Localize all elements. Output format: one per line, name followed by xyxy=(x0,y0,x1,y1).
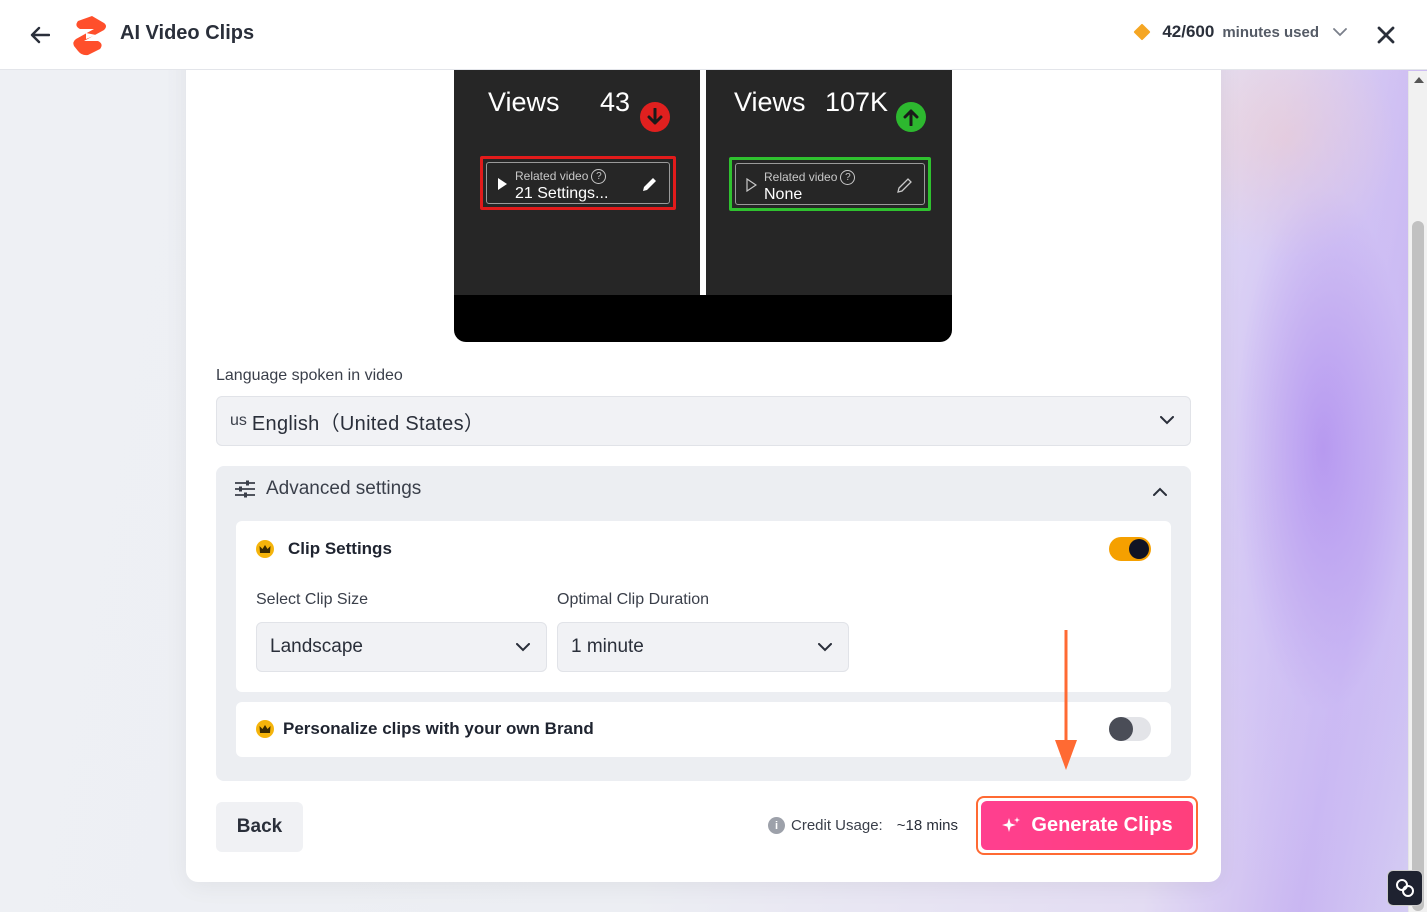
top-bar: AI Video Clips 42/600 minutes used xyxy=(0,0,1427,70)
views-label: Views xyxy=(734,86,806,117)
sparkle-icon xyxy=(1001,816,1021,836)
info-icon: i xyxy=(768,817,785,834)
advanced-settings-header[interactable]: Advanced settings xyxy=(234,478,421,500)
chevron-up-icon[interactable] xyxy=(1153,483,1167,501)
generate-clips-label: Generate Clips xyxy=(1031,814,1173,836)
app-logo-icon xyxy=(70,14,110,56)
generate-highlight: Generate Clips xyxy=(976,796,1198,855)
related-video-label: Related video? xyxy=(764,170,856,185)
related-video-value: 21 Settings... xyxy=(515,185,609,202)
views-value: 107K xyxy=(825,86,889,117)
scrollbar[interactable] xyxy=(1408,71,1427,912)
views-value: 43 xyxy=(600,86,631,117)
language-value: English（United States） xyxy=(251,412,485,435)
close-icon[interactable] xyxy=(1375,24,1397,46)
clip-settings-title: Clip Settings xyxy=(288,539,392,558)
credit-label: Credit Usage: xyxy=(791,817,883,834)
scrollbar-thumb[interactable] xyxy=(1412,221,1424,911)
usage-suffix: minutes used xyxy=(1222,23,1319,41)
language-label: Language spoken in video xyxy=(216,367,403,384)
chevron-down-icon xyxy=(818,636,832,658)
preview-pane-left: Views 43 Related video? 21 Settings... xyxy=(454,70,700,295)
annotation-arrow xyxy=(1054,630,1078,772)
clip-duration-label: Optimal Clip Duration xyxy=(557,591,710,608)
clip-duration-select[interactable]: 1 minute xyxy=(557,622,849,672)
credit-usage: i Credit Usage: ~18 mins xyxy=(768,817,958,834)
main-card: Views 43 Related video? 21 Settings... V… xyxy=(186,40,1221,882)
scroll-up-icon[interactable] xyxy=(1414,77,1424,83)
preview-pane-right: Views 107K Related video? None xyxy=(706,70,952,295)
brand-title: Personalize clips with your own Brand xyxy=(283,719,594,738)
pencil-outline-icon xyxy=(896,176,914,199)
clip-duration-value: 1 minute xyxy=(571,636,644,657)
video-preview: Views 43 Related video? 21 Settings... V… xyxy=(454,70,952,342)
sliders-icon xyxy=(234,480,256,498)
arrow-down-icon xyxy=(640,102,670,132)
usage-count: 42/600 xyxy=(1162,22,1215,41)
related-video-label: Related video? xyxy=(515,169,607,184)
play-outline-icon xyxy=(746,177,758,197)
clip-size-select[interactable]: Landscape xyxy=(256,622,547,672)
diamond-icon xyxy=(1133,23,1151,41)
back-button[interactable]: Back xyxy=(216,802,303,852)
advanced-settings-title: Advanced settings xyxy=(266,478,422,499)
crown-icon xyxy=(256,720,274,738)
brand-toggle[interactable] xyxy=(1109,717,1151,741)
chevron-down-icon xyxy=(516,636,530,658)
back-arrow-icon[interactable] xyxy=(26,22,54,48)
credit-value: ~18 mins xyxy=(896,817,959,834)
chevron-down-icon xyxy=(1160,412,1174,430)
advanced-settings-section: Advanced settings Clip Settings Select C… xyxy=(216,466,1191,781)
clip-size-label: Select Clip Size xyxy=(256,591,369,608)
brand-panel: Personalize clips with your own Brand xyxy=(236,702,1171,757)
play-icon xyxy=(497,177,508,196)
link-tool-icon[interactable] xyxy=(1387,870,1423,906)
pencil-icon xyxy=(641,175,659,198)
country-code: us xyxy=(230,412,247,429)
related-video-box: Related video? 21 Settings... xyxy=(480,156,676,210)
crown-icon xyxy=(256,540,274,558)
clip-settings-panel: Clip Settings Select Clip Size Landscape… xyxy=(236,521,1171,692)
usage-dropdown[interactable]: 42/600 minutes used xyxy=(1133,22,1347,42)
app-title: AI Video Clips xyxy=(120,22,255,44)
views-label: Views xyxy=(488,86,560,117)
related-video-value: None xyxy=(764,186,803,203)
clip-size-value: Landscape xyxy=(270,636,363,657)
arrow-up-icon xyxy=(896,102,926,132)
clip-settings-toggle[interactable] xyxy=(1109,537,1151,561)
chevron-down-icon xyxy=(1333,27,1347,37)
language-select[interactable]: us English（United States） xyxy=(216,396,1191,446)
generate-clips-button[interactable]: Generate Clips xyxy=(981,801,1193,850)
related-video-box: Related video? None xyxy=(729,157,931,211)
